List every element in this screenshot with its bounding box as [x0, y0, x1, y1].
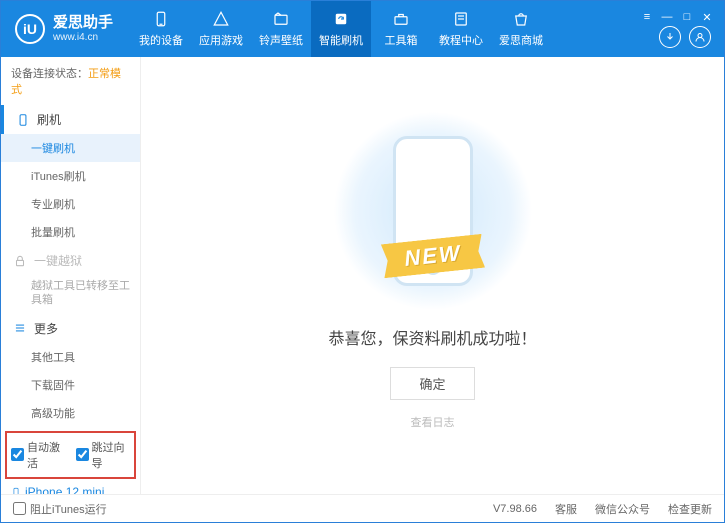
app-url: www.i4.cn	[53, 32, 113, 44]
window-controls: ≡ — □ ✕	[640, 11, 714, 24]
refresh-icon	[332, 10, 350, 28]
block-itunes-checkbox[interactable]: 阻止iTunes运行	[13, 501, 107, 517]
sidebar-item-batch-flash[interactable]: 批量刷机	[1, 218, 140, 246]
phone-icon	[16, 113, 30, 127]
sidebar-section-more[interactable]: 更多	[1, 314, 140, 343]
sidebar-item-oneclick-flash[interactable]: 一键刷机	[1, 134, 140, 162]
folder-icon	[272, 10, 290, 28]
sidebar-section-flash[interactable]: 刷机	[1, 105, 140, 134]
menu-icon[interactable]: ≡	[640, 11, 654, 24]
device-status: 设备连接状态：正常模式	[1, 57, 140, 105]
nav-smart-flash[interactable]: 智能刷机	[311, 1, 371, 57]
logo-icon: iU	[15, 14, 45, 44]
section-label: 刷机	[37, 111, 61, 128]
connected-device[interactable]: iPhone 12 mini 64GB Down-12mini-13,1	[1, 485, 140, 494]
nav-apps-games[interactable]: 应用游戏	[191, 1, 251, 57]
auto-activate-checkbox[interactable]: 自动激活	[11, 439, 66, 471]
sidebar-item-advanced[interactable]: 高级功能	[1, 399, 140, 427]
device-name: iPhone 12 mini	[25, 485, 104, 494]
minimize-button[interactable]: —	[660, 11, 674, 24]
phone-icon	[11, 485, 21, 494]
wechat-link[interactable]: 微信公众号	[595, 501, 650, 517]
phone-icon	[152, 10, 170, 28]
maximize-button[interactable]: □	[680, 11, 694, 24]
nav-ringtones[interactable]: 铃声壁纸	[251, 1, 311, 57]
sidebar-item-other-tools[interactable]: 其他工具	[1, 343, 140, 371]
success-message: 恭喜您，保资料刷机成功啦！	[328, 325, 536, 349]
user-button[interactable]	[689, 26, 711, 48]
version-label: V7.98.66	[493, 503, 537, 515]
footer: 阻止iTunes运行 V7.98.66 客服 微信公众号 检查更新	[1, 494, 724, 522]
titlebar: iU 爱思助手 www.i4.cn 我的设备 应用游戏 铃声壁纸 智能刷机 工具…	[1, 1, 724, 57]
nav-tutorials[interactable]: 教程中心	[431, 1, 491, 57]
download-button[interactable]	[659, 26, 681, 48]
sidebar-item-pro-flash[interactable]: 专业刷机	[1, 190, 140, 218]
nav-label: 铃声壁纸	[259, 32, 303, 48]
view-log-link[interactable]: 查看日志	[411, 414, 455, 430]
main-content: NEW 恭喜您，保资料刷机成功啦！ 确定 查看日志	[141, 57, 724, 494]
skip-guide-checkbox[interactable]: 跳过向导	[76, 439, 131, 471]
nav-label: 我的设备	[139, 32, 183, 48]
ok-button[interactable]: 确定	[390, 367, 474, 400]
apps-icon	[212, 10, 230, 28]
nav-label: 智能刷机	[319, 32, 363, 48]
check-update-link[interactable]: 检查更新	[668, 501, 712, 517]
close-button[interactable]: ✕	[700, 11, 714, 24]
app-name: 爱思助手	[53, 14, 113, 32]
sidebar: 设备连接状态：正常模式 刷机 一键刷机 iTunes刷机 专业刷机 批量刷机 一…	[1, 57, 141, 494]
nav-my-device[interactable]: 我的设备	[131, 1, 191, 57]
nav-label: 应用游戏	[199, 32, 243, 48]
nav-label: 教程中心	[439, 32, 483, 48]
section-label: 一键越狱	[34, 252, 82, 269]
nav-store[interactable]: 爱思商城	[491, 1, 551, 57]
jailbreak-note: 越狱工具已转移至工具箱	[1, 275, 140, 314]
nav-label: 工具箱	[385, 32, 418, 48]
menu-icon	[13, 321, 27, 335]
sidebar-item-download-firmware[interactable]: 下载固件	[1, 371, 140, 399]
toolbox-icon	[392, 10, 410, 28]
sidebar-section-jailbreak: 一键越狱	[1, 246, 140, 275]
app-logo: iU 爱思助手 www.i4.cn	[15, 14, 113, 44]
nav-label: 爱思商城	[499, 32, 543, 48]
section-label: 更多	[34, 320, 58, 337]
nav-toolbox[interactable]: 工具箱	[371, 1, 431, 57]
highlighted-options: 自动激活 跳过向导	[5, 431, 136, 479]
top-nav: 我的设备 应用游戏 铃声壁纸 智能刷机 工具箱 教程中心 爱思商城	[131, 1, 551, 57]
lock-icon	[13, 254, 27, 268]
support-link[interactable]: 客服	[555, 501, 577, 517]
book-icon	[452, 10, 470, 28]
bag-icon	[512, 10, 530, 28]
sidebar-item-itunes-flash[interactable]: iTunes刷机	[1, 162, 140, 190]
success-illustration: NEW	[313, 121, 553, 301]
